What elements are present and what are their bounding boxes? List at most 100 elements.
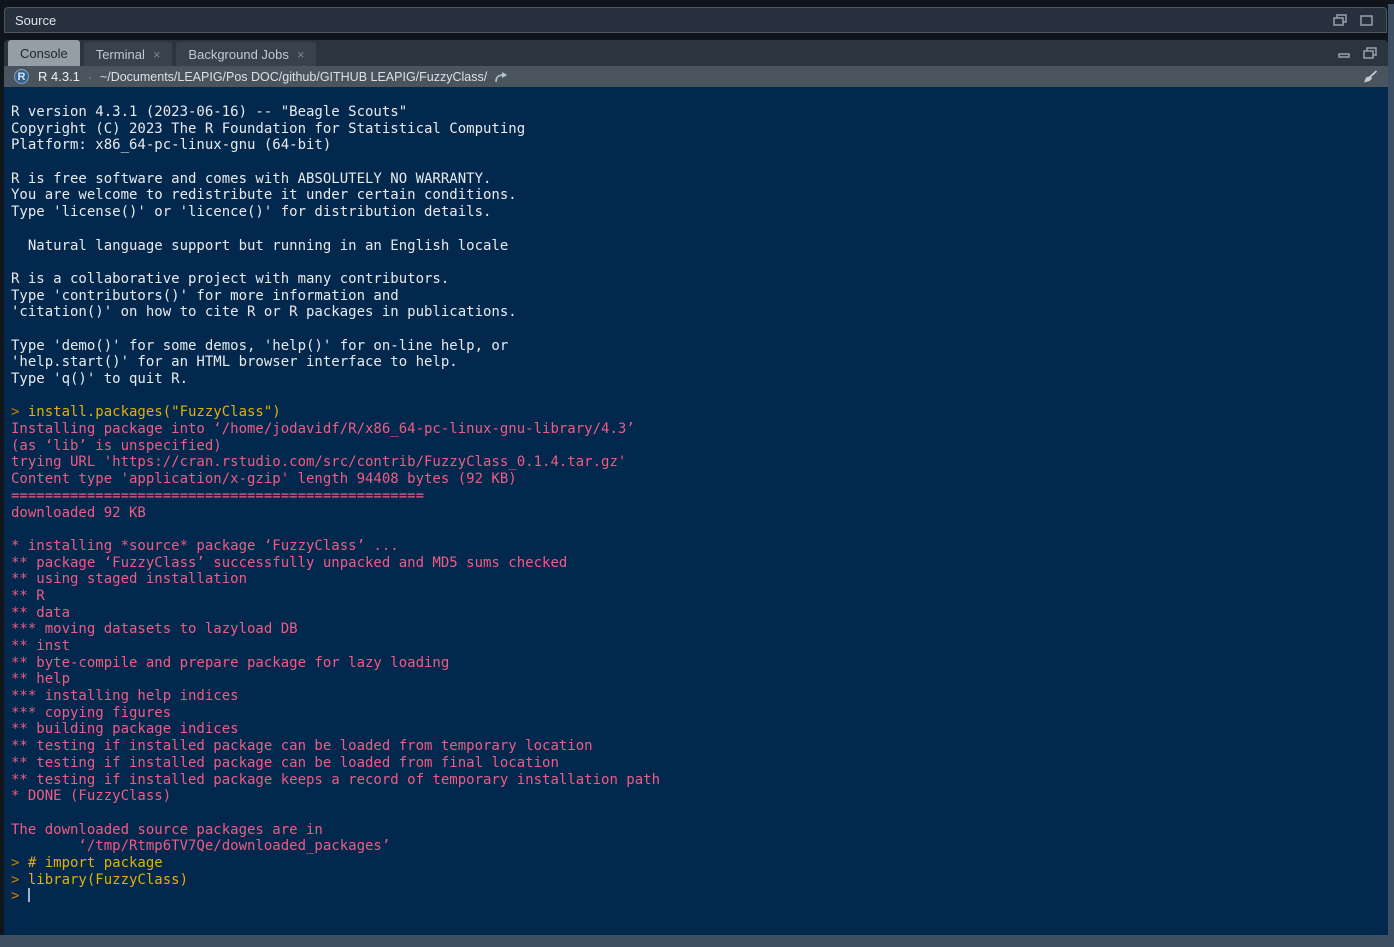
console-line [11, 805, 1388, 822]
tab-console[interactable]: Console [8, 40, 80, 66]
console-text: Natural language support but running in … [11, 238, 508, 254]
console-line: R version 4.3.1 (2023-06-16) -- "Beagle … [11, 104, 1388, 121]
console-prompt: > [11, 404, 28, 420]
console-line: ** inst [11, 638, 1388, 655]
console-text: Type 'demo()' for some demos, 'help()' f… [11, 338, 508, 354]
console-text: install.packages("FuzzyClass") [28, 404, 281, 420]
console-text: downloaded 92 KB [11, 505, 146, 521]
console-line: ** testing if installed package can be l… [11, 755, 1388, 772]
tab-terminal-label: Terminal [96, 47, 145, 62]
console-text: # import package [28, 855, 163, 871]
console-text: ** data [11, 605, 70, 621]
tab-terminal[interactable]: Terminal × [84, 42, 173, 66]
console-line: Type 'contributors()' for more informati… [11, 288, 1388, 305]
console-line: 'citation()' on how to cite R or R packa… [11, 304, 1388, 321]
console-line: You are welcome to redistribute it under… [11, 187, 1388, 204]
console-line: Platform: x86_64-pc-linux-gnu (64-bit) [11, 137, 1388, 154]
clear-console-broom-icon[interactable] [1362, 70, 1378, 84]
tab-background-jobs[interactable]: Background Jobs × [176, 42, 316, 66]
console-text: 'help.start()' for an HTML browser inter… [11, 354, 458, 370]
console-text: Type 'contributors()' for more informati… [11, 288, 399, 304]
console-text: trying URL 'https://cran.rstudio.com/src… [11, 454, 626, 470]
tabbar-window-buttons [1328, 40, 1380, 66]
console-line: Natural language support but running in … [11, 238, 1388, 255]
console-line: > [11, 888, 1388, 905]
console-line [11, 221, 1388, 238]
console-line: ‘/tmp/Rtmp6TV7Qe/downloaded_packages’ [11, 838, 1388, 855]
console-line: *** copying figures [11, 705, 1388, 722]
window-restore-icon[interactable] [1360, 45, 1380, 61]
console-text: *** moving datasets to lazyload DB [11, 621, 298, 637]
console-line: The downloaded source packages are in [11, 822, 1388, 839]
console-text: * installing *source* package ‘FuzzyClas… [11, 538, 399, 554]
close-icon[interactable]: × [153, 48, 161, 61]
console-text: ** package ‘FuzzyClass’ successfully unp… [11, 555, 567, 571]
console-text: ** R [11, 588, 45, 604]
window-maximize-icon[interactable] [1356, 12, 1376, 28]
tab-console-label: Console [20, 46, 68, 61]
console-text: Installing package into ‘/home/jodavidf/… [11, 421, 635, 437]
console-text: Copyright (C) 2023 The R Foundation for … [11, 121, 525, 137]
console-line [11, 154, 1388, 171]
window-restore-icon[interactable] [1330, 12, 1350, 28]
console-line [11, 321, 1388, 338]
console-text: Platform: x86_64-pc-linux-gnu (64-bit) [11, 137, 331, 153]
console-line: ** R [11, 588, 1388, 605]
console-line: trying URL 'https://cran.rstudio.com/src… [11, 454, 1388, 471]
r-logo-icon: R [14, 69, 29, 84]
text-cursor [28, 888, 30, 902]
console-toolbar: R R 4.3.1 · ~/Documents/LEAPIG/Pos DOC/g… [4, 66, 1388, 87]
console-text: R is free software and comes with ABSOLU… [11, 171, 491, 187]
window-minimize-icon[interactable] [1334, 45, 1354, 61]
console-line: > # import package [11, 855, 1388, 872]
console-line: ** testing if installed package can be l… [11, 738, 1388, 755]
console-text: ** testing if installed package can be l… [11, 755, 559, 771]
console-text: ** inst [11, 638, 70, 654]
console-text: ** using staged installation [11, 571, 247, 587]
console-text: 'citation()' on how to cite R or R packa… [11, 304, 517, 320]
console-line: *** installing help indices [11, 688, 1388, 705]
horizontal-scrollbar-track[interactable] [0, 935, 1394, 947]
console-line: ** package ‘FuzzyClass’ successfully unp… [11, 555, 1388, 572]
console-line: ** help [11, 671, 1388, 688]
goto-directory-arrow-icon[interactable] [494, 71, 509, 83]
console-output[interactable]: R version 4.3.1 (2023-06-16) -- "Beagle … [4, 87, 1388, 935]
console-text: ** help [11, 671, 70, 687]
console-pane-tabbar: Console Terminal × Background Jobs × [4, 40, 1388, 66]
console-text: ** testing if installed package keeps a … [11, 772, 660, 788]
console-text: *** installing help indices [11, 688, 239, 704]
console-line [11, 388, 1388, 405]
console-text: ‘/tmp/Rtmp6TV7Qe/downloaded_packages’ [11, 838, 390, 854]
console-line: R is free software and comes with ABSOLU… [11, 171, 1388, 188]
console-prompt: > [11, 855, 28, 871]
r-version-label: R 4.3.1 [38, 69, 80, 84]
console-text: R version 4.3.1 (2023-06-16) -- "Beagle … [11, 104, 407, 120]
separator-dot-icon: · [88, 70, 92, 84]
console-line: Type 'demo()' for some demos, 'help()' f… [11, 338, 1388, 355]
console-line: > library(FuzzyClass) [11, 872, 1388, 889]
console-line [11, 254, 1388, 271]
console-text: ** byte-compile and prepare package for … [11, 655, 449, 671]
console-text: Content type 'application/x-gzip' length… [11, 471, 517, 487]
console-line: R is a collaborative project with many c… [11, 271, 1388, 288]
console-line: ** data [11, 605, 1388, 622]
console-line: * installing *source* package ‘FuzzyClas… [11, 538, 1388, 555]
console-line: ** using staged installation [11, 571, 1388, 588]
console-prompt: > [11, 888, 28, 904]
console-text: ** testing if installed package can be l… [11, 738, 593, 754]
source-pane-header[interactable]: Source [4, 7, 1387, 33]
console-text: R is a collaborative project with many c… [11, 271, 449, 287]
window-resize-edge-right [1388, 4, 1394, 947]
console-line [11, 521, 1388, 538]
console-text: Type 'q()' to quit R. [11, 371, 188, 387]
console-text: The downloaded source packages are in [11, 822, 323, 838]
console-prompt: > [11, 872, 28, 888]
console-text: Type 'license()' or 'licence()' for dist… [11, 204, 491, 220]
console-line: ** byte-compile and prepare package for … [11, 655, 1388, 672]
console-line: Copyright (C) 2023 The R Foundation for … [11, 121, 1388, 138]
console-line: Content type 'application/x-gzip' length… [11, 471, 1388, 488]
close-icon[interactable]: × [297, 48, 305, 61]
console-line: *** moving datasets to lazyload DB [11, 621, 1388, 638]
console-line: downloaded 92 KB [11, 505, 1388, 522]
console-text: *** copying figures [11, 705, 171, 721]
